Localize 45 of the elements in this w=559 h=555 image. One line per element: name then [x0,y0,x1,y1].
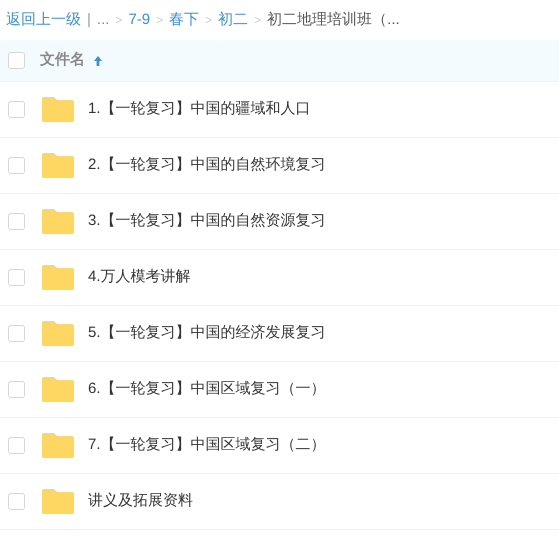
file-name[interactable]: 5.【一轮复习】中国的经济发展复习 [88,322,326,345]
folder-icon [41,320,75,347]
file-name[interactable]: 2.【一轮复习】中国的自然环境复习 [88,154,326,177]
sort-arrow-icon[interactable] [93,54,103,66]
file-row[interactable]: 7.【一轮复习】中国区域复习（二） [0,418,559,474]
folder-icon [41,96,75,123]
breadcrumb-ellipsis[interactable]: ... [96,8,110,32]
checkbox[interactable] [8,269,25,286]
file-row[interactable]: 2.【一轮复习】中国的自然环境复习 [0,138,559,194]
file-row[interactable]: 1.【一轮复习】中国的疆域和人口 [0,82,559,138]
file-name[interactable]: 3.【一轮复习】中国的自然资源复习 [88,210,326,233]
breadcrumb-link[interactable]: 春下 [169,8,200,32]
chevron: > [156,12,164,29]
separator: | [87,10,91,30]
back-link[interactable]: 返回上一级 [6,8,81,32]
checkbox[interactable] [8,52,25,69]
file-name[interactable]: 1.【一轮复习】中国的疆域和人口 [88,98,311,121]
file-row[interactable]: 5.【一轮复习】中国的经济发展复习 [0,306,559,362]
file-name[interactable]: 7.【一轮复习】中国区域复习（二） [88,434,326,457]
chevron: > [205,12,212,29]
file-name[interactable]: 讲义及拓展资料 [88,490,193,513]
file-row[interactable]: 6.【一轮复习】中国区域复习（一） [0,362,559,418]
breadcrumb-link[interactable]: 初二 [218,8,248,32]
checkbox[interactable] [8,101,25,118]
folder-icon [41,264,75,291]
folder-icon [41,488,75,515]
chevron: > [254,12,262,29]
checkbox[interactable] [8,157,25,174]
file-name[interactable]: 4.万人模考讲解 [88,266,191,289]
folder-icon [41,152,75,179]
breadcrumb-current: 初二地理培训班（... [267,10,400,30]
file-name[interactable]: 6.【一轮复习】中国区域复习（一） [88,378,326,401]
file-row[interactable]: 讲义及拓展资料 [0,474,559,530]
checkbox[interactable] [8,381,25,398]
checkbox[interactable] [8,213,25,230]
file-row[interactable]: 3.【一轮复习】中国的自然资源复习 [0,194,559,250]
folder-icon [41,376,75,403]
folder-icon [41,208,75,235]
checkbox[interactable] [8,493,25,510]
file-row[interactable]: 4.万人模考讲解 [0,250,559,306]
checkbox[interactable] [8,325,25,342]
chevron: > [115,12,122,29]
breadcrumb-link[interactable]: 7-9 [128,8,150,32]
checkbox[interactable] [8,437,25,454]
folder-icon [41,432,75,459]
